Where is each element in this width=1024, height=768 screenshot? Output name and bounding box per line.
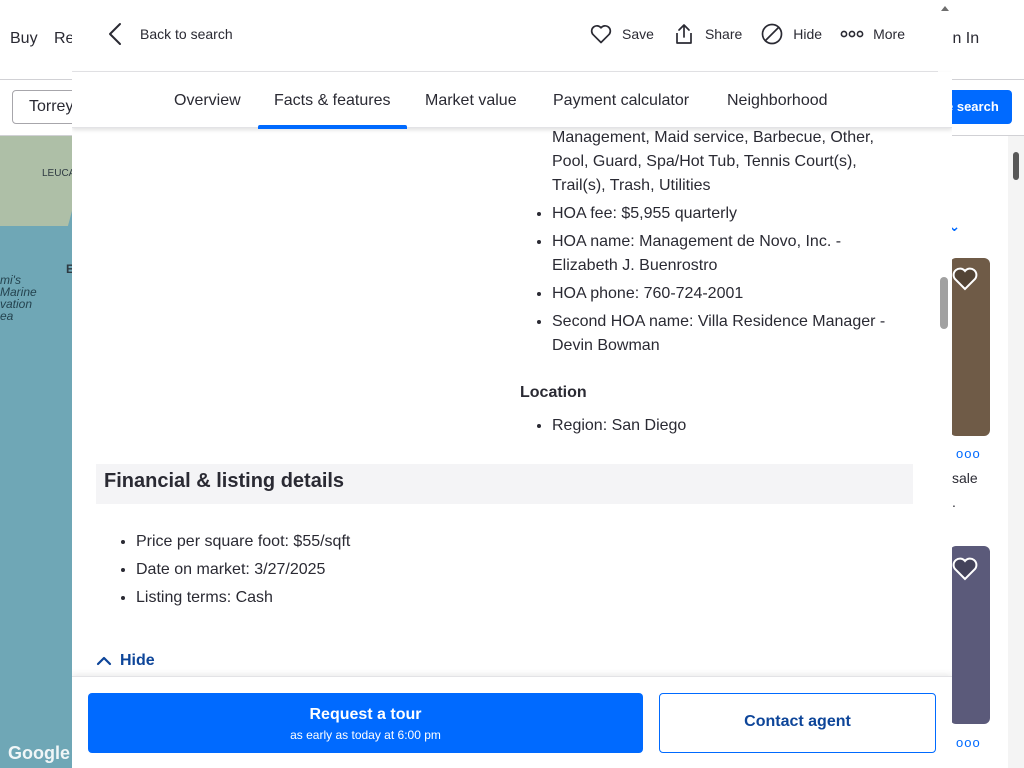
section-tabs: Overview Facts & features Market value P… [72, 72, 952, 129]
hoa-name: HOA name: Management de Novo, Inc. - Eli… [552, 230, 902, 278]
map-view[interactable]: LEUCA E mi's Marine vation ea Google [0, 136, 72, 768]
hide-details-button[interactable]: Hide [96, 652, 155, 670]
save-label: Save [622, 26, 654, 42]
more-button[interactable]: More [840, 22, 905, 46]
tab-neighborhood[interactable]: Neighborhood [727, 72, 828, 128]
hoa-fee: HOA fee: $5,955 quarterly [552, 202, 902, 226]
map-land [0, 136, 72, 226]
more-icon [840, 30, 864, 38]
hide-label: Hide [793, 26, 823, 42]
share-button[interactable]: Share [672, 22, 742, 46]
more-options-icon[interactable]: ooo [956, 735, 981, 750]
listing-card-text: . [952, 494, 956, 510]
scroll-up-arrow-icon[interactable] [938, 2, 952, 14]
tab-market-value[interactable]: Market value [425, 72, 517, 128]
location-list: Region: San Diego [552, 414, 902, 442]
modal-top-bar: Back to search Save Share Hide More [72, 0, 952, 72]
property-details-modal: Back to search Save Share Hide More Over… [72, 0, 952, 768]
tab-facts-features[interactable]: Facts & features [258, 72, 406, 129]
save-button[interactable]: Save [589, 22, 654, 46]
request-tour-button[interactable]: Request a tour as early as today at 6:00… [88, 693, 643, 753]
location-heading: Location [520, 384, 587, 401]
price-per-sqft: Price per square foot: $55/sqft [136, 530, 636, 554]
share-label: Share [704, 26, 743, 42]
map-label-marine: mi's Marine vation ea [0, 273, 37, 323]
facts-features-content: Management, Maid service, Barbecue, Othe… [72, 128, 938, 676]
google-logo: Google [8, 743, 70, 763]
financial-listing-heading: Financial & listing details [96, 464, 913, 504]
more-label: More [873, 26, 905, 42]
location-region: Region: San Diego [552, 414, 902, 438]
modal-actions: Save Share Hide More [589, 22, 905, 46]
request-tour-subtitle: as early as today at 6:00 pm [290, 728, 441, 742]
financial-list: Price per square foot: $55/sqft Date on … [136, 530, 636, 614]
second-hoa-name: Second HOA name: Villa Residence Manager… [552, 310, 902, 358]
contact-cta-bar: Request a tour as early as today at 6:00… [72, 676, 952, 768]
chevron-left-icon [109, 23, 121, 45]
share-icon [676, 24, 692, 44]
back-to-search-label: Back to search [140, 26, 233, 42]
map-label-leucadia: LEUCA [42, 168, 72, 179]
hide-icon [761, 23, 783, 45]
tab-overview[interactable]: Overview [174, 72, 241, 128]
chevron-up-icon [96, 656, 112, 666]
hoa-list: HOA fee: $5,955 quarterly HOA name: Mana… [552, 202, 902, 362]
results-scrollbar[interactable] [1008, 136, 1024, 768]
tab-payment-calculator[interactable]: Payment calculator [553, 72, 689, 128]
hide-button[interactable]: Hide [760, 22, 822, 46]
scrollbar-thumb[interactable] [1013, 152, 1019, 180]
listing-card-text: sale [952, 470, 978, 486]
amenities-text: Management, Maid service, Barbecue, Othe… [552, 129, 874, 194]
hoa-phone: HOA phone: 760-724-2001 [552, 282, 902, 306]
modal-scrollbar-thumb[interactable] [940, 277, 948, 329]
hide-details-label: Hide [120, 652, 155, 669]
heart-icon [590, 25, 612, 44]
more-options-icon[interactable]: ooo [956, 446, 981, 461]
heart-icon[interactable] [950, 554, 980, 584]
back-to-search-button[interactable]: Back to search [106, 22, 233, 46]
nav-buy-link[interactable]: Buy [10, 30, 38, 48]
request-tour-label: Request a tour [309, 706, 422, 723]
listing-terms: Listing terms: Cash [136, 586, 636, 610]
date-on-market: Date on market: 3/27/2025 [136, 558, 636, 582]
contact-agent-button[interactable]: Contact agent [659, 693, 936, 753]
heart-icon[interactable] [950, 264, 980, 294]
